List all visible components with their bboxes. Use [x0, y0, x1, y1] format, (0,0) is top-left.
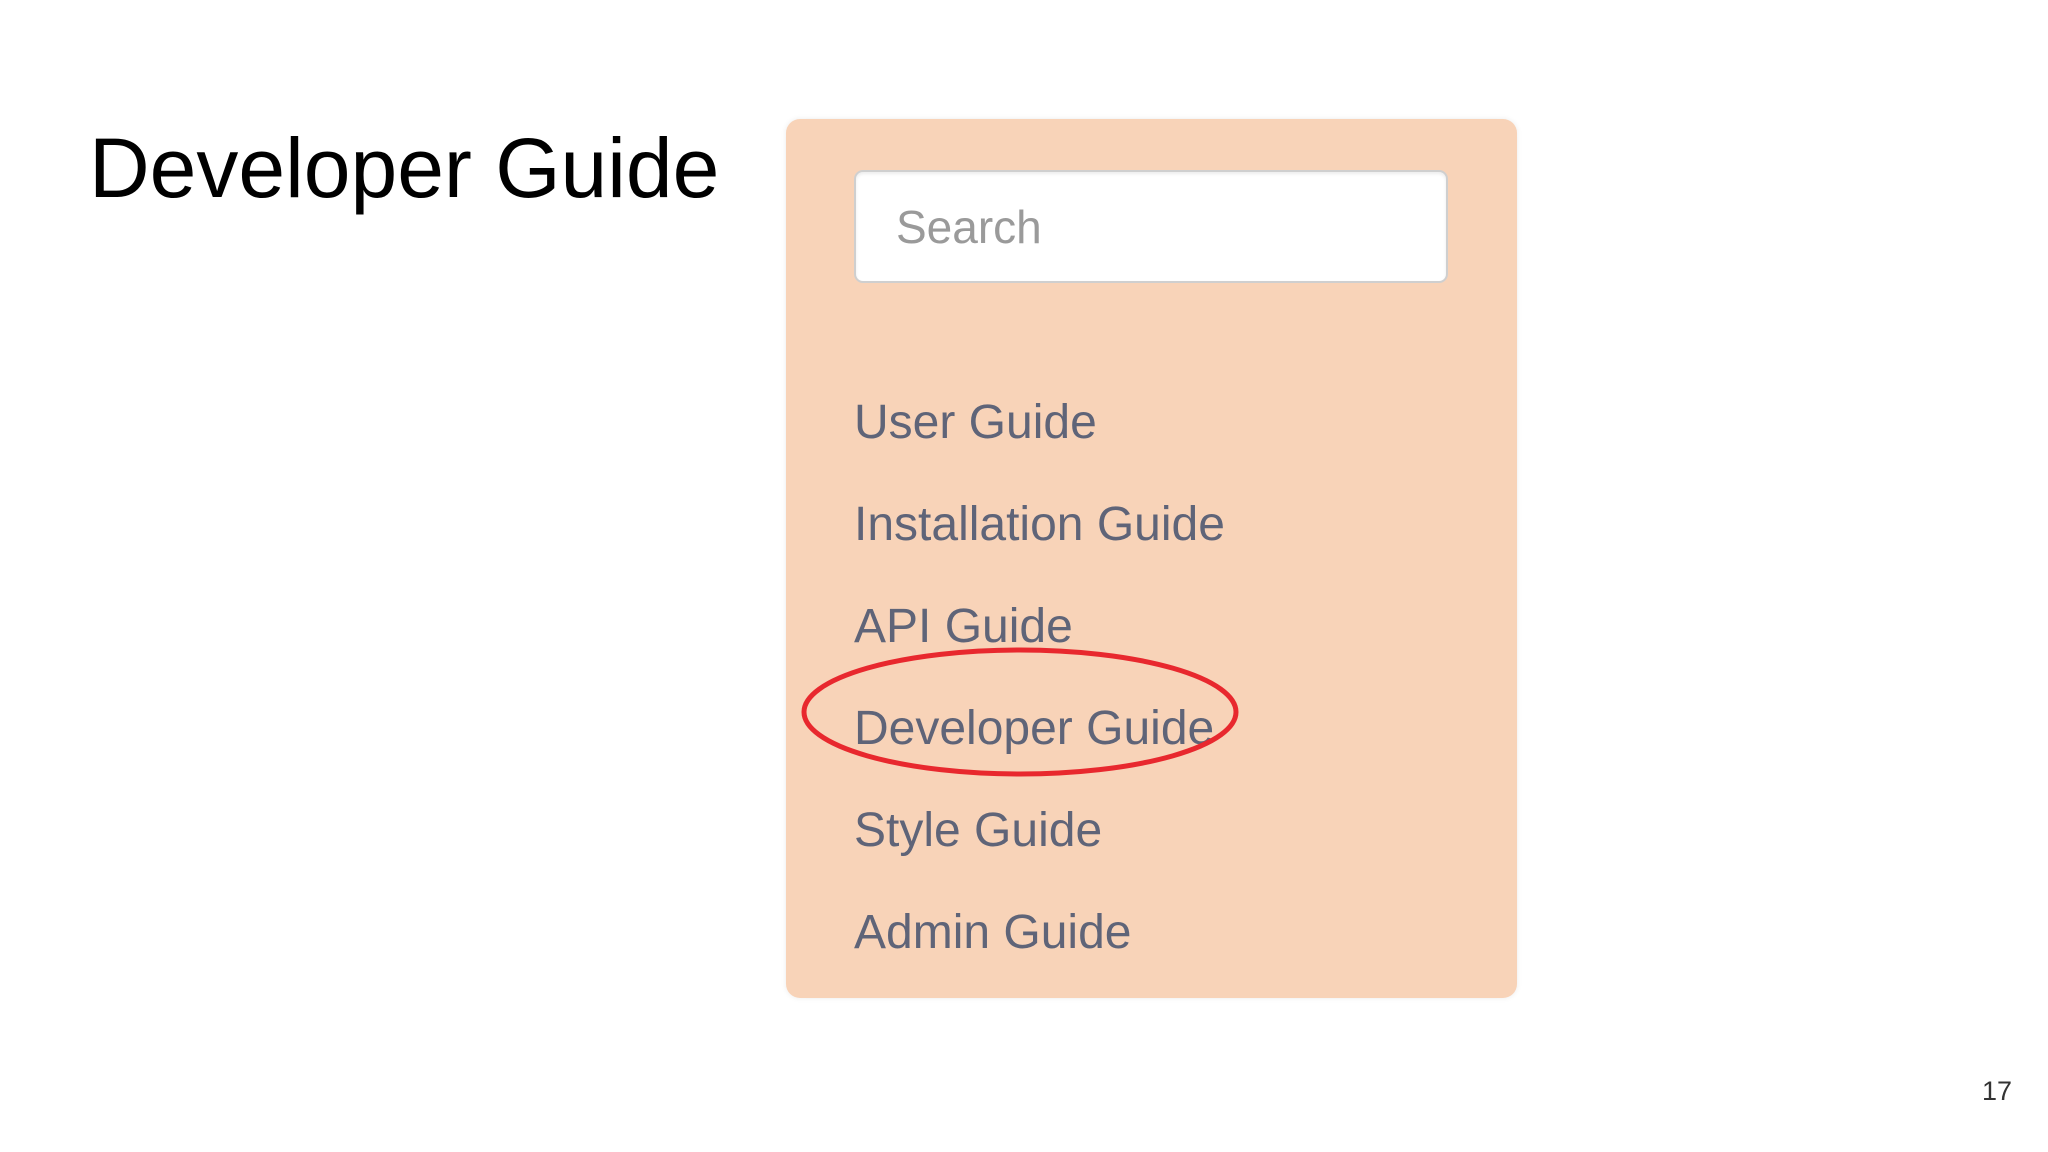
nav-item-admin-guide: Admin Guide [854, 881, 1225, 983]
nav-link-api-guide[interactable]: API Guide [854, 599, 1073, 654]
nav-link-user-guide[interactable]: User Guide [854, 395, 1097, 450]
search-input[interactable] [854, 170, 1448, 283]
nav-item-user-guide: User Guide [854, 371, 1225, 473]
nav-item-api-guide: API Guide [854, 575, 1225, 677]
page-number: 17 [1981, 1076, 2012, 1106]
nav-item-style-guide: Style Guide [854, 779, 1225, 881]
nav-list: User Guide Installation Guide API Guide … [854, 371, 1225, 983]
nav-link-developer-guide[interactable]: Developer Guide [854, 701, 1214, 756]
nav-item-developer-guide: Developer Guide [854, 677, 1225, 779]
nav-link-style-guide[interactable]: Style Guide [854, 803, 1102, 858]
page-title: Developer Guide [89, 121, 720, 215]
sidebar-nav-panel: User Guide Installation Guide API Guide … [786, 119, 1517, 998]
nav-link-installation-guide[interactable]: Installation Guide [854, 497, 1225, 552]
nav-item-installation-guide: Installation Guide [854, 473, 1225, 575]
nav-link-admin-guide[interactable]: Admin Guide [854, 905, 1131, 960]
